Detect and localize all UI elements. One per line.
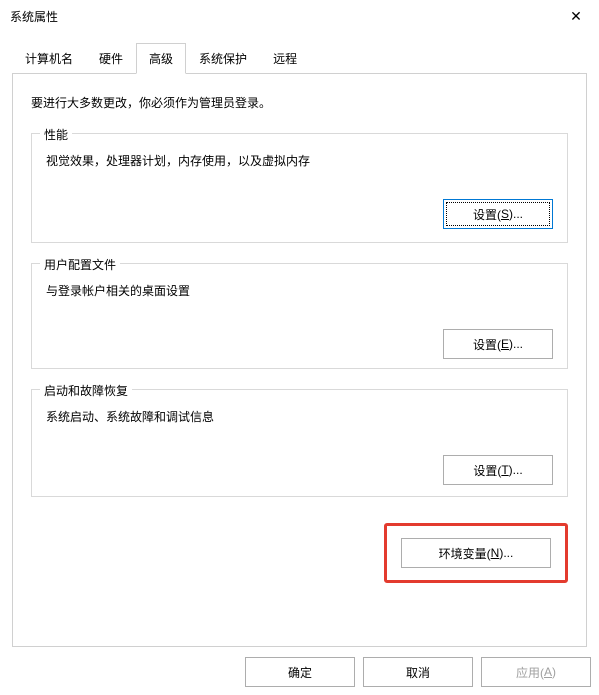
tab-system-protection[interactable]: 系统保护 [186, 43, 260, 74]
user-profiles-settings-button[interactable]: 设置(E)... [443, 329, 553, 359]
user-profiles-desc: 与登录帐户相关的桌面设置 [46, 282, 553, 299]
performance-settings-button[interactable]: 设置(S)... [443, 199, 553, 229]
performance-desc: 视觉效果，处理器计划，内存使用，以及虚拟内存 [46, 152, 553, 169]
env-vars-row: 环境变量(N)... [31, 523, 568, 583]
tab-content-advanced: 要进行大多数更改，你必须作为管理员登录。 性能 视觉效果，处理器计划，内存使用，… [12, 74, 587, 647]
user-profiles-title: 用户配置文件 [40, 256, 120, 273]
dialog-buttons: 确定 取消 应用(A) [245, 657, 591, 687]
performance-title: 性能 [40, 126, 72, 143]
close-button[interactable]: ✕ [553, 0, 599, 32]
startup-recovery-desc: 系统启动、系统故障和调试信息 [46, 408, 553, 425]
performance-group: 性能 视觉效果，处理器计划，内存使用，以及虚拟内存 设置(S)... [31, 133, 568, 243]
performance-button-row: 设置(S)... [46, 199, 553, 229]
startup-recovery-group: 启动和故障恢复 系统启动、系统故障和调试信息 设置(T)... [31, 389, 568, 497]
tab-advanced[interactable]: 高级 [136, 43, 186, 74]
cancel-button[interactable]: 取消 [363, 657, 473, 687]
window-title: 系统属性 [10, 8, 58, 25]
tab-hardware[interactable]: 硬件 [86, 43, 136, 74]
user-profiles-button-row: 设置(E)... [46, 329, 553, 359]
env-vars-highlight: 环境变量(N)... [384, 523, 568, 583]
tab-computer-name[interactable]: 计算机名 [12, 43, 86, 74]
startup-recovery-settings-button[interactable]: 设置(T)... [443, 455, 553, 485]
ok-button[interactable]: 确定 [245, 657, 355, 687]
environment-variables-button[interactable]: 环境变量(N)... [401, 538, 551, 568]
user-profiles-group: 用户配置文件 与登录帐户相关的桌面设置 设置(E)... [31, 263, 568, 369]
close-icon: ✕ [570, 8, 582, 25]
apply-button[interactable]: 应用(A) [481, 657, 591, 687]
titlebar: 系统属性 ✕ [0, 0, 599, 32]
startup-recovery-title: 启动和故障恢复 [40, 382, 132, 399]
tabs: 计算机名 硬件 高级 系统保护 远程 [12, 42, 587, 74]
startup-recovery-button-row: 设置(T)... [46, 455, 553, 485]
tabs-container: 计算机名 硬件 高级 系统保护 远程 要进行大多数更改，你必须作为管理员登录。 … [0, 32, 599, 647]
tab-remote[interactable]: 远程 [260, 43, 310, 74]
admin-notice: 要进行大多数更改，你必须作为管理员登录。 [31, 94, 568, 111]
